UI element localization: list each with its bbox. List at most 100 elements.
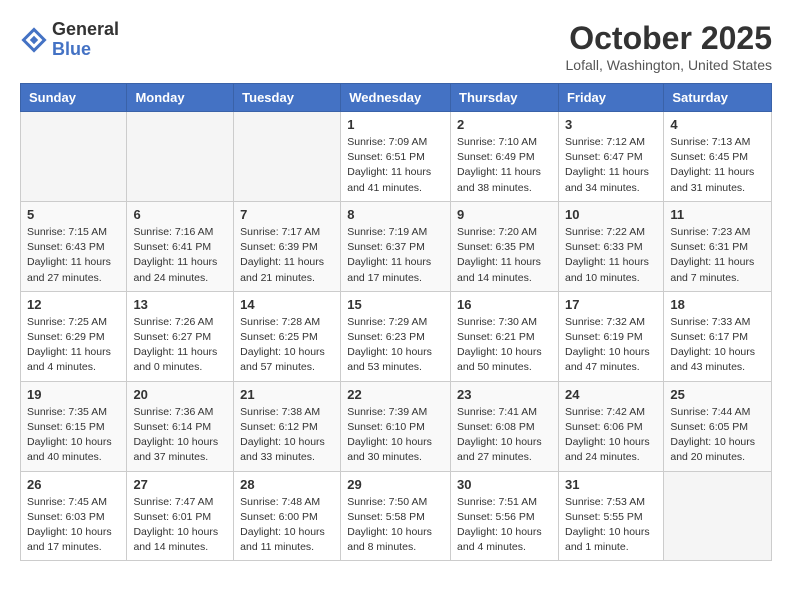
calendar-day-cell: 2 Sunrise: 7:10 AM Sunset: 6:49 PM Daylig… xyxy=(451,112,559,202)
day-info: Sunrise: 7:48 AM Sunset: 6:00 PM Dayligh… xyxy=(240,495,334,556)
day-info: Sunrise: 7:20 AM Sunset: 6:35 PM Dayligh… xyxy=(457,225,552,286)
calendar-day-cell: 27Sunrise: 7:47 AM Sunset: 6:01 PM Dayli… xyxy=(127,471,234,561)
day-number: 3 xyxy=(565,117,657,132)
day-info: Sunrise: 7:22 AM Sunset: 6:33 PM Dayligh… xyxy=(565,225,657,286)
day-number: 20 xyxy=(133,387,227,402)
day-info: Sunrise: 7:50 AM Sunset: 5:58 PM Dayligh… xyxy=(347,495,444,556)
day-number: 23 xyxy=(457,387,552,402)
day-info: Sunrise: 7:13 AM Sunset: 6:45 PM Dayligh… xyxy=(670,135,765,196)
day-number: 14 xyxy=(240,297,334,312)
calendar-day-cell: 17 Sunrise: 7:32 AM Sunset: 6:19 PM Dayli… xyxy=(558,291,663,381)
day-info: Sunrise: 7:12 AM Sunset: 6:47 PM Dayligh… xyxy=(565,135,657,196)
day-info: Sunrise: 7:44 AM Sunset: 6:05 PM Dayligh… xyxy=(670,405,765,466)
day-number: 30 xyxy=(457,477,552,492)
calendar-day-cell: 3 Sunrise: 7:12 AM Sunset: 6:47 PM Daylig… xyxy=(558,112,663,202)
day-number: 13 xyxy=(133,297,227,312)
day-number: 12 xyxy=(27,297,120,312)
day-info: Sunrise: 7:51 AM Sunset: 5:56 PM Dayligh… xyxy=(457,495,552,556)
calendar-day-cell: 30 Sunrise: 7:51 AM Sunset: 5:56 PM Dayli… xyxy=(451,471,559,561)
day-number: 10 xyxy=(565,207,657,222)
day-number: 9 xyxy=(457,207,552,222)
day-info: Sunrise: 7:32 AM Sunset: 6:19 PM Dayligh… xyxy=(565,315,657,376)
calendar-day-cell xyxy=(21,112,127,202)
page-header: General Blue October 2025 Lofall, Washin… xyxy=(20,20,772,73)
calendar-day-cell: 26Sunrise: 7:45 AM Sunset: 6:03 PM Dayli… xyxy=(21,471,127,561)
calendar-day-cell xyxy=(664,471,772,561)
calendar-day-cell: 19 Sunrise: 7:35 AM Sunset: 6:15 PM Dayli… xyxy=(21,381,127,471)
day-number: 4 xyxy=(670,117,765,132)
calendar-day-cell: 15 Sunrise: 7:29 AM Sunset: 6:23 PM Dayli… xyxy=(341,291,451,381)
day-info: Sunrise: 7:16 AM Sunset: 6:41 PM Dayligh… xyxy=(133,225,227,286)
month-title: October 2025 xyxy=(566,20,773,57)
day-of-week-header: Thursday xyxy=(451,84,559,112)
calendar-day-cell: 1Sunrise: 7:09 AM Sunset: 6:51 PM Daylig… xyxy=(341,112,451,202)
day-number: 2 xyxy=(457,117,552,132)
calendar-day-cell: 5 Sunrise: 7:15 AM Sunset: 6:43 PM Daylig… xyxy=(21,201,127,291)
day-info: Sunrise: 7:36 AM Sunset: 6:14 PM Dayligh… xyxy=(133,405,227,466)
calendar-day-cell: 18 Sunrise: 7:33 AM Sunset: 6:17 PM Dayli… xyxy=(664,291,772,381)
calendar-day-cell xyxy=(127,112,234,202)
calendar-week-row: 19 Sunrise: 7:35 AM Sunset: 6:15 PM Dayli… xyxy=(21,381,772,471)
calendar-table: SundayMondayTuesdayWednesdayThursdayFrid… xyxy=(20,83,772,561)
day-number: 8 xyxy=(347,207,444,222)
day-number: 6 xyxy=(133,207,227,222)
day-number: 5 xyxy=(27,207,120,222)
day-info: Sunrise: 7:15 AM Sunset: 6:43 PM Dayligh… xyxy=(27,225,120,286)
calendar-day-cell: 22 Sunrise: 7:39 AM Sunset: 6:10 PM Dayli… xyxy=(341,381,451,471)
calendar-header-row: SundayMondayTuesdayWednesdayThursdayFrid… xyxy=(21,84,772,112)
day-number: 17 xyxy=(565,297,657,312)
day-number: 18 xyxy=(670,297,765,312)
day-of-week-header: Saturday xyxy=(664,84,772,112)
calendar-day-cell: 13Sunrise: 7:26 AM Sunset: 6:27 PM Dayli… xyxy=(127,291,234,381)
day-info: Sunrise: 7:29 AM Sunset: 6:23 PM Dayligh… xyxy=(347,315,444,376)
calendar-day-cell: 20 Sunrise: 7:36 AM Sunset: 6:14 PM Dayli… xyxy=(127,381,234,471)
day-number: 31 xyxy=(565,477,657,492)
day-of-week-header: Friday xyxy=(558,84,663,112)
calendar-day-cell: 7 Sunrise: 7:17 AM Sunset: 6:39 PM Daylig… xyxy=(234,201,341,291)
day-info: Sunrise: 7:39 AM Sunset: 6:10 PM Dayligh… xyxy=(347,405,444,466)
location: Lofall, Washington, United States xyxy=(566,57,773,73)
day-info: Sunrise: 7:33 AM Sunset: 6:17 PM Dayligh… xyxy=(670,315,765,376)
calendar-day-cell: 14Sunrise: 7:28 AM Sunset: 6:25 PM Dayli… xyxy=(234,291,341,381)
day-number: 29 xyxy=(347,477,444,492)
logo-blue: Blue xyxy=(52,40,119,60)
day-info: Sunrise: 7:17 AM Sunset: 6:39 PM Dayligh… xyxy=(240,225,334,286)
calendar-week-row: 1Sunrise: 7:09 AM Sunset: 6:51 PM Daylig… xyxy=(21,112,772,202)
day-number: 28 xyxy=(240,477,334,492)
calendar-day-cell: 29 Sunrise: 7:50 AM Sunset: 5:58 PM Dayli… xyxy=(341,471,451,561)
calendar-week-row: 26Sunrise: 7:45 AM Sunset: 6:03 PM Dayli… xyxy=(21,471,772,561)
logo: General Blue xyxy=(20,20,119,60)
day-number: 25 xyxy=(670,387,765,402)
day-info: Sunrise: 7:10 AM Sunset: 6:49 PM Dayligh… xyxy=(457,135,552,196)
day-number: 16 xyxy=(457,297,552,312)
day-info: Sunrise: 7:45 AM Sunset: 6:03 PM Dayligh… xyxy=(27,495,120,556)
day-number: 19 xyxy=(27,387,120,402)
day-info: Sunrise: 7:25 AM Sunset: 6:29 PM Dayligh… xyxy=(27,315,120,376)
day-info: Sunrise: 7:47 AM Sunset: 6:01 PM Dayligh… xyxy=(133,495,227,556)
day-of-week-header: Monday xyxy=(127,84,234,112)
day-number: 22 xyxy=(347,387,444,402)
day-info: Sunrise: 7:53 AM Sunset: 5:55 PM Dayligh… xyxy=(565,495,657,556)
calendar-day-cell: 6 Sunrise: 7:16 AM Sunset: 6:41 PM Daylig… xyxy=(127,201,234,291)
calendar-day-cell: 25 Sunrise: 7:44 AM Sunset: 6:05 PM Dayli… xyxy=(664,381,772,471)
day-info: Sunrise: 7:41 AM Sunset: 6:08 PM Dayligh… xyxy=(457,405,552,466)
calendar-week-row: 5 Sunrise: 7:15 AM Sunset: 6:43 PM Daylig… xyxy=(21,201,772,291)
calendar-day-cell: 16Sunrise: 7:30 AM Sunset: 6:21 PM Dayli… xyxy=(451,291,559,381)
calendar-day-cell: 8 Sunrise: 7:19 AM Sunset: 6:37 PM Daylig… xyxy=(341,201,451,291)
day-of-week-header: Tuesday xyxy=(234,84,341,112)
day-number: 1 xyxy=(347,117,444,132)
day-info: Sunrise: 7:35 AM Sunset: 6:15 PM Dayligh… xyxy=(27,405,120,466)
calendar-day-cell: 24Sunrise: 7:42 AM Sunset: 6:06 PM Dayli… xyxy=(558,381,663,471)
calendar-day-cell: 9 Sunrise: 7:20 AM Sunset: 6:35 PM Daylig… xyxy=(451,201,559,291)
day-number: 21 xyxy=(240,387,334,402)
day-number: 11 xyxy=(670,207,765,222)
day-number: 7 xyxy=(240,207,334,222)
calendar-day-cell: 10 Sunrise: 7:22 AM Sunset: 6:33 PM Dayli… xyxy=(558,201,663,291)
calendar-week-row: 12 Sunrise: 7:25 AM Sunset: 6:29 PM Dayli… xyxy=(21,291,772,381)
day-info: Sunrise: 7:19 AM Sunset: 6:37 PM Dayligh… xyxy=(347,225,444,286)
day-number: 15 xyxy=(347,297,444,312)
calendar-day-cell: 12 Sunrise: 7:25 AM Sunset: 6:29 PM Dayli… xyxy=(21,291,127,381)
day-of-week-header: Sunday xyxy=(21,84,127,112)
calendar-day-cell: 4 Sunrise: 7:13 AM Sunset: 6:45 PM Daylig… xyxy=(664,112,772,202)
day-info: Sunrise: 7:23 AM Sunset: 6:31 PM Dayligh… xyxy=(670,225,765,286)
